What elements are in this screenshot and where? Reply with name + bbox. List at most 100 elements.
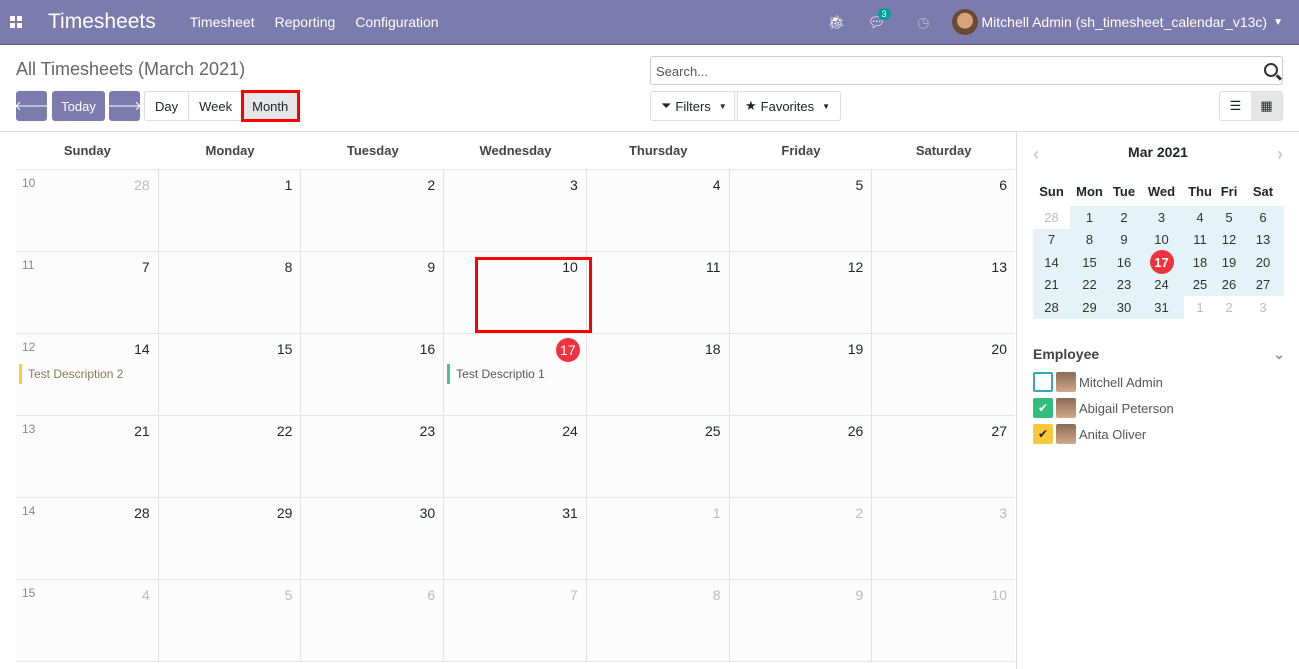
list-view-icon[interactable]: ☰ bbox=[1220, 92, 1251, 120]
day-cell[interactable]: 30 bbox=[301, 498, 445, 579]
mini-day[interactable]: 1 bbox=[1184, 296, 1216, 319]
mini-day[interactable]: 21 bbox=[1033, 273, 1070, 296]
employee-checkbox[interactable]: ✔ bbox=[1033, 424, 1053, 444]
filters-dropdown[interactable]: ⏷ Filters ▼ bbox=[650, 91, 738, 121]
day-cell[interactable]: 25 bbox=[586, 416, 730, 497]
mini-day[interactable]: 4 bbox=[1184, 206, 1216, 229]
mini-day[interactable]: 16 bbox=[1109, 251, 1139, 274]
day-cell[interactable]: 5 bbox=[158, 580, 302, 661]
day-cell[interactable]: 19 bbox=[729, 334, 873, 415]
employee-filter-item[interactable]: Mitchell Admin bbox=[1033, 369, 1285, 395]
day-cell[interactable]: 7 bbox=[444, 580, 587, 661]
employee-filter-item[interactable]: ✔ Abigail Peterson bbox=[1033, 395, 1285, 421]
mini-next-icon[interactable]: › bbox=[1277, 144, 1283, 165]
day-cell[interactable]: 13 bbox=[872, 252, 1015, 333]
day-cell[interactable]: 17 Test Descriptio 1 bbox=[444, 334, 587, 415]
mini-day[interactable]: 20 bbox=[1242, 251, 1284, 274]
mini-day[interactable]: 23 bbox=[1109, 273, 1139, 296]
day-cell[interactable]: 15 4 bbox=[16, 580, 159, 661]
day-cell[interactable]: 10 28 bbox=[16, 170, 159, 251]
day-cell[interactable]: 18 bbox=[586, 334, 730, 415]
day-view-button[interactable]: Day bbox=[145, 92, 190, 120]
apps-menu-icon[interactable] bbox=[10, 16, 26, 28]
day-cell[interactable]: 11 bbox=[586, 252, 730, 333]
day-cell[interactable]: 6 bbox=[301, 580, 445, 661]
mini-day[interactable]: 27 bbox=[1242, 273, 1284, 296]
search-input[interactable]: Search... bbox=[650, 56, 1283, 85]
mini-day[interactable]: 8 bbox=[1070, 228, 1109, 251]
day-cell[interactable]: 5 bbox=[729, 170, 873, 251]
mini-day[interactable]: 14 bbox=[1033, 251, 1070, 274]
day-cell[interactable]: 12 14 Test Description 2 bbox=[16, 334, 159, 415]
mini-day[interactable]: 6 bbox=[1242, 206, 1284, 229]
day-cell[interactable]: 12 bbox=[729, 252, 873, 333]
prev-button[interactable]: 🡐 bbox=[14, 91, 49, 121]
mini-day[interactable]: 15 bbox=[1070, 251, 1109, 274]
calendar-event[interactable]: Test Description 2 bbox=[19, 364, 123, 384]
mini-day[interactable]: 9 bbox=[1109, 228, 1139, 251]
mini-day[interactable]: 18 bbox=[1184, 251, 1216, 274]
mini-day[interactable]: 10 bbox=[1139, 228, 1184, 251]
mini-day[interactable]: 28 bbox=[1033, 206, 1070, 229]
mini-day[interactable]: 17 bbox=[1139, 250, 1184, 275]
day-cell[interactable]: 31 bbox=[444, 498, 587, 579]
next-button[interactable]: 🡒 bbox=[107, 91, 142, 121]
mini-day[interactable]: 31 bbox=[1139, 296, 1184, 319]
mini-day[interactable]: 24 bbox=[1139, 273, 1184, 296]
day-cell[interactable]: 4 bbox=[586, 170, 730, 251]
day-cell[interactable]: 8 bbox=[586, 580, 730, 661]
mini-day[interactable]: 19 bbox=[1216, 251, 1242, 274]
day-cell[interactable]: 23 bbox=[301, 416, 445, 497]
mini-day[interactable]: 2 bbox=[1216, 296, 1242, 319]
day-cell[interactable]: 3 bbox=[872, 498, 1015, 579]
mini-day[interactable]: 11 bbox=[1184, 228, 1216, 251]
day-cell[interactable]: 22 bbox=[158, 416, 302, 497]
day-cell[interactable]: 15 bbox=[158, 334, 302, 415]
chevron-down-icon[interactable]: ⌄ bbox=[1273, 346, 1285, 363]
calendar-view-icon[interactable]: ▦ bbox=[1251, 92, 1282, 120]
day-cell[interactable]: 14 28 bbox=[16, 498, 159, 579]
mini-day[interactable]: 25 bbox=[1184, 273, 1216, 296]
day-cell[interactable]: 6 bbox=[872, 170, 1015, 251]
mini-day[interactable]: 5 bbox=[1216, 206, 1242, 229]
day-cell[interactable]: 10 bbox=[872, 580, 1015, 661]
day-cell[interactable]: 8 bbox=[158, 252, 302, 333]
day-cell[interactable]: 9 bbox=[301, 252, 445, 333]
day-cell[interactable]: 24 bbox=[444, 416, 587, 497]
user-menu[interactable]: Mitchell Admin (sh_timesheet_calendar_v1… bbox=[982, 14, 1268, 30]
mini-day[interactable]: 12 bbox=[1216, 228, 1242, 251]
mini-day[interactable]: 2 bbox=[1109, 206, 1139, 229]
day-cell[interactable]: 1 bbox=[158, 170, 302, 251]
mini-day[interactable]: 22 bbox=[1070, 273, 1109, 296]
month-view-button[interactable]: Month bbox=[241, 90, 301, 122]
menu-configuration[interactable]: Configuration bbox=[355, 14, 438, 30]
mini-day[interactable]: 28 bbox=[1033, 296, 1070, 319]
week-view-button[interactable]: Week bbox=[189, 92, 244, 120]
mini-day[interactable]: 3 bbox=[1139, 206, 1184, 229]
day-cell[interactable]: 2 bbox=[301, 170, 445, 251]
mini-day[interactable]: 7 bbox=[1033, 228, 1070, 251]
day-cell[interactable]: 3 bbox=[444, 170, 587, 251]
day-cell[interactable]: 26 bbox=[729, 416, 873, 497]
day-cell[interactable]: 9 bbox=[729, 580, 873, 661]
day-cell[interactable]: 11 7 bbox=[16, 252, 159, 333]
employee-checkbox[interactable]: ✔ bbox=[1033, 398, 1053, 418]
mini-day[interactable]: 30 bbox=[1109, 296, 1139, 319]
mini-day[interactable]: 13 bbox=[1242, 228, 1284, 251]
user-avatar[interactable] bbox=[951, 9, 978, 35]
day-cell[interactable]: 16 bbox=[301, 334, 445, 415]
day-cell[interactable]: 29 bbox=[158, 498, 302, 579]
day-cell[interactable]: 20 bbox=[872, 334, 1015, 415]
bug-icon[interactable]: 🐞︎ bbox=[828, 14, 846, 31]
mini-day[interactable]: 26 bbox=[1216, 273, 1242, 296]
mini-day[interactable]: 3 bbox=[1242, 296, 1284, 319]
activity-clock-icon[interactable]: ◷ bbox=[917, 14, 929, 31]
mini-prev-icon[interactable]: ‹ bbox=[1033, 144, 1039, 165]
today-button[interactable]: Today bbox=[52, 91, 105, 121]
day-cell[interactable]: 2 bbox=[729, 498, 873, 579]
day-cell[interactable]: 1 bbox=[586, 498, 730, 579]
mini-day[interactable]: 1 bbox=[1070, 206, 1109, 229]
employee-checkbox[interactable] bbox=[1033, 372, 1053, 392]
calendar-event[interactable]: Test Descriptio 1 bbox=[447, 364, 545, 384]
day-cell[interactable]: 27 bbox=[872, 416, 1015, 497]
